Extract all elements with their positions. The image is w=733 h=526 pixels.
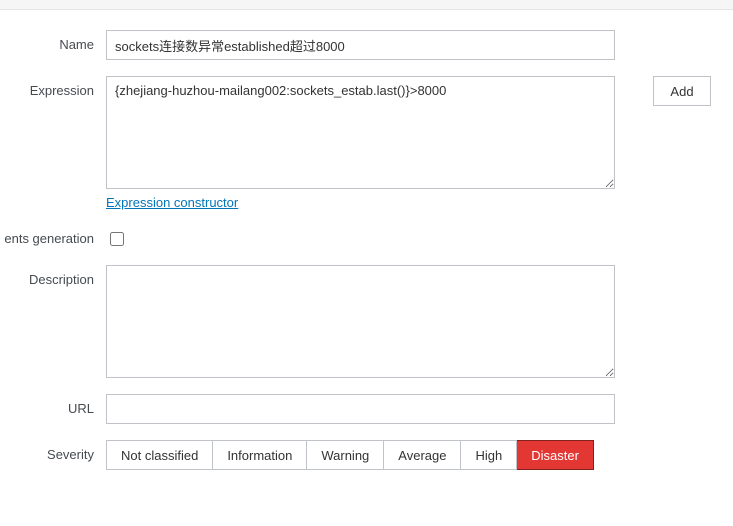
expression-constructor-link[interactable]: Expression constructor: [106, 195, 238, 210]
label-severity: Severity: [0, 440, 106, 462]
add-button[interactable]: Add: [653, 76, 711, 106]
trigger-form: Name Expression Add Expression construct…: [0, 10, 733, 470]
top-divider: [0, 0, 733, 10]
events-generation-checkbox[interactable]: [110, 232, 124, 246]
row-expression: Expression Add Expression constructor: [0, 76, 733, 210]
name-input[interactable]: [106, 30, 615, 60]
label-events-generation: ents generation: [0, 226, 106, 246]
label-url: URL: [0, 394, 106, 416]
expression-textarea[interactable]: [106, 76, 615, 189]
row-name: Name: [0, 30, 733, 60]
label-expression: Expression: [0, 76, 106, 98]
description-textarea[interactable]: [106, 265, 615, 378]
severity-disaster[interactable]: Disaster: [517, 440, 594, 470]
severity-information[interactable]: Information: [213, 440, 307, 470]
row-severity: Severity Not classified Information Warn…: [0, 440, 733, 470]
severity-high[interactable]: High: [461, 440, 517, 470]
label-description: Description: [0, 265, 106, 287]
severity-group: Not classified Information Warning Avera…: [106, 440, 594, 470]
row-events-generation: ents generation: [0, 226, 733, 249]
severity-not-classified[interactable]: Not classified: [107, 440, 213, 470]
severity-warning[interactable]: Warning: [307, 440, 384, 470]
row-url: URL: [0, 394, 733, 424]
row-description: Description: [0, 265, 733, 378]
label-name: Name: [0, 30, 106, 52]
url-input[interactable]: [106, 394, 615, 424]
severity-average[interactable]: Average: [384, 440, 461, 470]
